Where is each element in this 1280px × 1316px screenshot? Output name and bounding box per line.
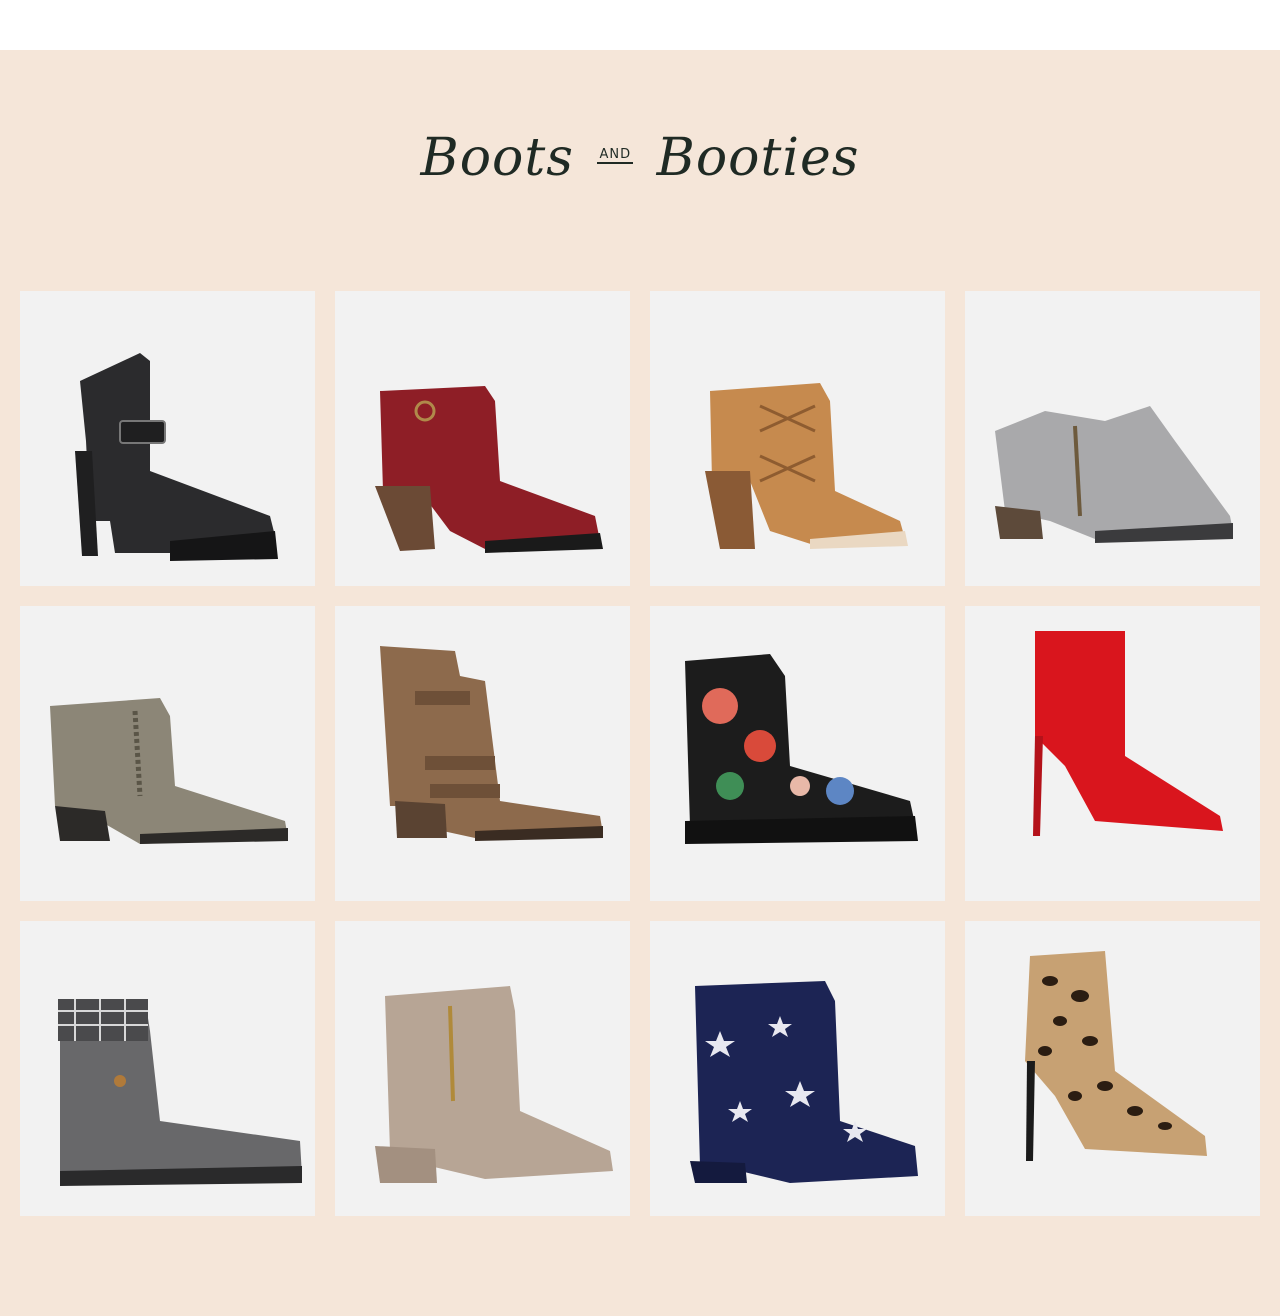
- heading-word-booties: Booties: [656, 128, 860, 188]
- product-grid: [20, 291, 1260, 1216]
- product-tile-2[interactable]: [335, 291, 630, 586]
- leopard-stiletto-bootie-image: [1025, 951, 1207, 1161]
- metallic-pewter-bootie-image: [50, 698, 288, 844]
- tan-woven-bootie-image: [705, 383, 908, 549]
- burgundy-buckle-bootie-image: [375, 386, 603, 553]
- gray-perforated-bootie-image: [995, 406, 1233, 543]
- gray-plaid-cuff-boot-image: [58, 999, 302, 1186]
- product-tile-8[interactable]: [965, 606, 1260, 901]
- product-tile-11[interactable]: [650, 921, 945, 1216]
- heading-word-boots: Boots: [420, 128, 574, 188]
- product-tile-5[interactable]: [20, 606, 315, 901]
- brown-buckle-moto-boot-image: [380, 646, 603, 841]
- red-stiletto-bootie-image: [1033, 631, 1223, 836]
- section-heading: Boots AND Booties: [0, 128, 1280, 188]
- product-tile-7[interactable]: [650, 606, 945, 901]
- heading-and: AND: [597, 147, 634, 164]
- product-tile-12[interactable]: [965, 921, 1260, 1216]
- top-white-strip: [0, 0, 1280, 50]
- black-lace-up-bootie-image: [75, 353, 278, 561]
- product-tile-10[interactable]: [335, 921, 630, 1216]
- taupe-zip-bootie-image: [375, 986, 613, 1183]
- product-tile-6[interactable]: [335, 606, 630, 901]
- product-tile-1[interactable]: [20, 291, 315, 586]
- product-tile-9[interactable]: [20, 921, 315, 1216]
- floral-combat-boot-image: [685, 654, 918, 844]
- product-tile-3[interactable]: [650, 291, 945, 586]
- navy-velvet-star-bootie-image: [690, 981, 918, 1183]
- product-tile-4[interactable]: [965, 291, 1260, 586]
